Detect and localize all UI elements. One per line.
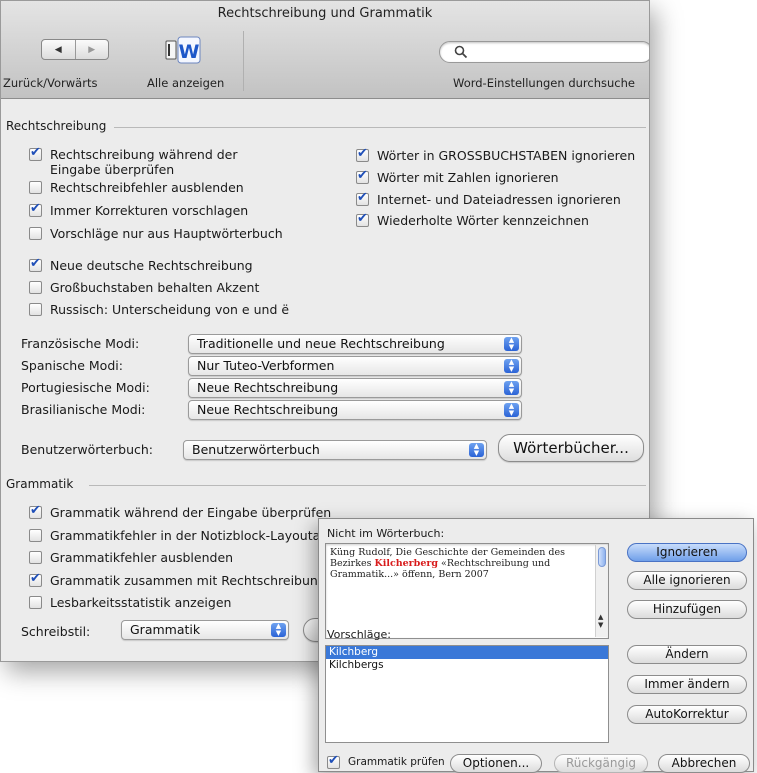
dictionaries-button[interactable]: Wörterbücher... — [498, 434, 644, 462]
autocorrect-button[interactable]: AutoKorrektur — [627, 705, 747, 724]
window-title: Rechtschreibung und Grammatik — [217, 6, 433, 21]
suggestion-item[interactable]: Kilchberg — [326, 646, 608, 659]
checkbox[interactable] — [29, 256, 42, 272]
checkbox[interactable] — [29, 201, 42, 217]
change-button[interactable]: Ändern — [627, 645, 747, 664]
option-new-german-spelling[interactable]: Neue deutsche Rechtschreibung — [29, 256, 253, 273]
context-scrollbar[interactable]: ▲ ▼ — [595, 545, 607, 637]
grammar-group-label: Grammatik — [6, 477, 74, 491]
toolbar: Rechtschreibung und Grammatik ◀ ▶ Zurück… — [1, 1, 649, 99]
option-hide-grammar-errors[interactable]: Grammatikfehler ausblenden — [29, 550, 233, 565]
brazilian-modes-select[interactable]: Neue Rechtschreibung ▲ ▼ — [188, 400, 522, 420]
spelling-group-divider — [114, 127, 646, 128]
checkbox[interactable] — [29, 596, 42, 609]
checkbox[interactable] — [29, 503, 42, 519]
checkbox[interactable] — [29, 281, 42, 294]
error-word: Kilcherberg — [374, 558, 439, 569]
spanish-modes-select[interactable]: Nur Tuteo-Verbformen ▲ ▼ — [188, 356, 522, 376]
check-grammar-option[interactable]: Grammatik prüfen — [327, 753, 445, 770]
word-app-icon[interactable]: W — [164, 35, 202, 65]
user-dictionary-label: Benutzerwörterbuch: — [21, 442, 154, 457]
select-arrows-icon: ▲ ▼ — [504, 381, 519, 395]
portuguese-modes-select[interactable]: Neue Rechtschreibung ▲ ▼ — [188, 378, 522, 398]
option-main-dictionary-only[interactable]: Vorschläge nur aus Hauptwörterbuch — [29, 226, 283, 241]
option-check-spelling-while-typing[interactable]: Rechtschreibung während der Eingabe über… — [29, 145, 329, 177]
brazilian-modes-label: Brasilianische Modi: — [21, 402, 146, 417]
checkbox[interactable] — [29, 529, 42, 542]
french-modes-label: Französische Modi: — [21, 336, 140, 351]
suggestions-list[interactable]: Kilchberg Kilchbergs — [325, 645, 609, 743]
forward-arrow-icon[interactable]: ▶ — [74, 40, 109, 59]
scroll-arrows-icon[interactable]: ▲ ▼ — [598, 613, 603, 629]
not-in-dictionary-label: Nicht im Wörterbuch: — [327, 527, 445, 540]
spelling-grammar-dialog: Nicht im Wörterbuch: Küng Rudolf, Die Ge… — [318, 518, 754, 773]
portuguese-modes-label: Portugiesische Modi: — [21, 380, 150, 395]
checkbox[interactable] — [29, 227, 42, 240]
back-arrow-icon[interactable]: ◀ — [42, 40, 75, 59]
search-icon — [454, 45, 468, 59]
writing-style-select[interactable]: Grammatik ▲ ▼ — [121, 620, 289, 640]
option-readability-statistics[interactable]: Lesbarkeitsstatistik anzeigen — [29, 595, 231, 610]
ignore-all-button[interactable]: Alle ignorieren — [627, 571, 747, 590]
select-arrows-icon: ▲ ▼ — [504, 337, 519, 351]
checkbox[interactable] — [356, 168, 369, 184]
checkbox[interactable] — [29, 145, 42, 161]
suggestions-label: Vorschläge: — [327, 628, 391, 641]
select-arrows-icon: ▲ ▼ — [504, 403, 519, 417]
option-grammar-notebook-layout[interactable]: Grammatikfehler in der Notizblock-Layout… — [29, 528, 358, 543]
suggestion-item[interactable]: Kilchbergs — [326, 659, 608, 672]
option-check-grammar-while-typing[interactable]: Grammatik während der Eingabe überprüfen — [29, 503, 331, 520]
spelling-group-label: Rechtschreibung — [6, 119, 107, 133]
select-arrows-icon: ▲ ▼ — [271, 623, 286, 637]
checkbox[interactable] — [29, 181, 42, 194]
option-ignore-internet-addresses[interactable]: Internet- und Dateiadressen ignorieren — [356, 190, 621, 207]
search-label: Word-Einstellungen durchsuche — [453, 76, 635, 90]
select-arrows-icon: ▲ ▼ — [504, 359, 519, 373]
back-forward-label: Zurück/Vorwärts — [3, 76, 98, 90]
cancel-button[interactable]: Abbrechen — [658, 754, 750, 773]
back-forward-control[interactable]: ◀ ▶ — [41, 39, 109, 60]
undo-button[interactable]: Rückgängig — [554, 754, 648, 773]
option-flag-repeated-words[interactable]: Wiederholte Wörter kennzeichnen — [356, 211, 589, 228]
toolbar-divider — [243, 31, 244, 91]
option-russian-e-distinction[interactable]: Russisch: Unterscheidung von e und ë — [29, 302, 289, 317]
search-input[interactable] — [439, 41, 649, 63]
writing-style-label: Schreibstil: — [21, 624, 91, 639]
checkbox[interactable] — [356, 146, 369, 162]
option-uppercase-keep-accent[interactable]: Großbuchstaben behalten Akzent — [29, 280, 259, 295]
add-button[interactable]: Hinzufügen — [627, 600, 747, 619]
french-modes-select[interactable]: Traditionelle und neue Rechtschreibung ▲… — [188, 334, 522, 354]
option-always-suggest[interactable]: Immer Korrekturen vorschlagen — [29, 201, 248, 218]
context-textbox[interactable]: Küng Rudolf, Die Geschichte der Gemeinde… — [325, 543, 609, 639]
checkbox[interactable] — [29, 303, 42, 316]
user-dictionary-select[interactable]: Benutzerwörterbuch ▲ ▼ — [183, 440, 487, 460]
scroll-thumb[interactable] — [598, 547, 606, 567]
change-all-button[interactable]: Immer ändern — [627, 675, 747, 694]
select-arrows-icon: ▲ ▼ — [469, 443, 484, 457]
checkbox[interactable] — [29, 571, 42, 587]
option-ignore-numbers[interactable]: Wörter mit Zahlen ignorieren — [356, 168, 559, 185]
svg-text:W: W — [179, 41, 200, 63]
ignore-button[interactable]: Ignorieren — [627, 543, 747, 562]
options-button[interactable]: Optionen... — [450, 754, 542, 773]
show-all-label[interactable]: Alle anzeigen — [147, 76, 224, 90]
checkbox[interactable] — [356, 211, 369, 227]
checkbox[interactable] — [29, 551, 42, 564]
checkbox[interactable] — [327, 753, 340, 769]
spanish-modes-label: Spanische Modi: — [21, 358, 123, 373]
grammar-group-divider — [89, 485, 646, 486]
option-hide-spelling-errors[interactable]: Rechtschreibfehler ausblenden — [29, 180, 244, 195]
option-ignore-uppercase[interactable]: Wörter in GROSSBUCHSTABEN ignorieren — [356, 146, 635, 163]
checkbox[interactable] — [356, 190, 369, 206]
